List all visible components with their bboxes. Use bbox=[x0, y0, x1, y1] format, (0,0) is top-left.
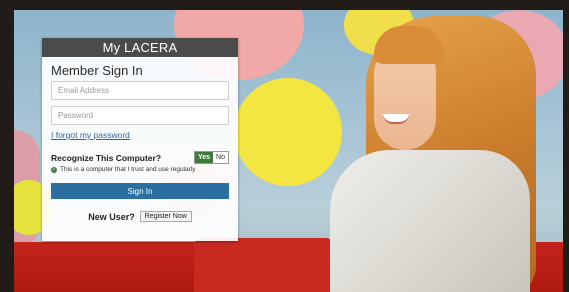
decor-circle-yellow bbox=[234, 78, 342, 186]
new-user-row: New User? Register Now bbox=[42, 211, 238, 222]
password-field[interactable] bbox=[51, 106, 229, 125]
new-user-label: New User? bbox=[88, 211, 135, 222]
toggle-no[interactable]: No bbox=[213, 152, 228, 163]
trust-text: This is a computer that I trust and use … bbox=[60, 166, 196, 173]
check-circle-icon: ✓ bbox=[51, 166, 57, 173]
person-sweater bbox=[330, 150, 530, 292]
page-frame: My LACERA Member Sign In I forgot my pas… bbox=[0, 0, 569, 292]
recognize-computer-label: Recognize This Computer? bbox=[51, 152, 162, 163]
person-bangs bbox=[374, 26, 444, 64]
sign-in-button[interactable]: Sign In bbox=[51, 183, 229, 199]
login-card: My LACERA Member Sign In I forgot my pas… bbox=[42, 38, 238, 241]
recognize-toggle: Yes No bbox=[193, 151, 229, 164]
sign-in-title: Member Sign In bbox=[51, 63, 143, 78]
logo: My LACERA bbox=[42, 38, 238, 57]
register-now-button[interactable]: Register Now bbox=[139, 211, 192, 222]
recognize-computer-row: Recognize This Computer? Yes No bbox=[51, 151, 229, 164]
forgot-password-link[interactable]: I forgot my password bbox=[51, 130, 238, 140]
sofa-back bbox=[194, 238, 334, 292]
trust-note: ✓ This is a computer that I trust and us… bbox=[51, 166, 238, 173]
person-face bbox=[374, 50, 436, 150]
email-field[interactable] bbox=[51, 81, 229, 100]
toggle-yes[interactable]: Yes bbox=[194, 152, 214, 163]
